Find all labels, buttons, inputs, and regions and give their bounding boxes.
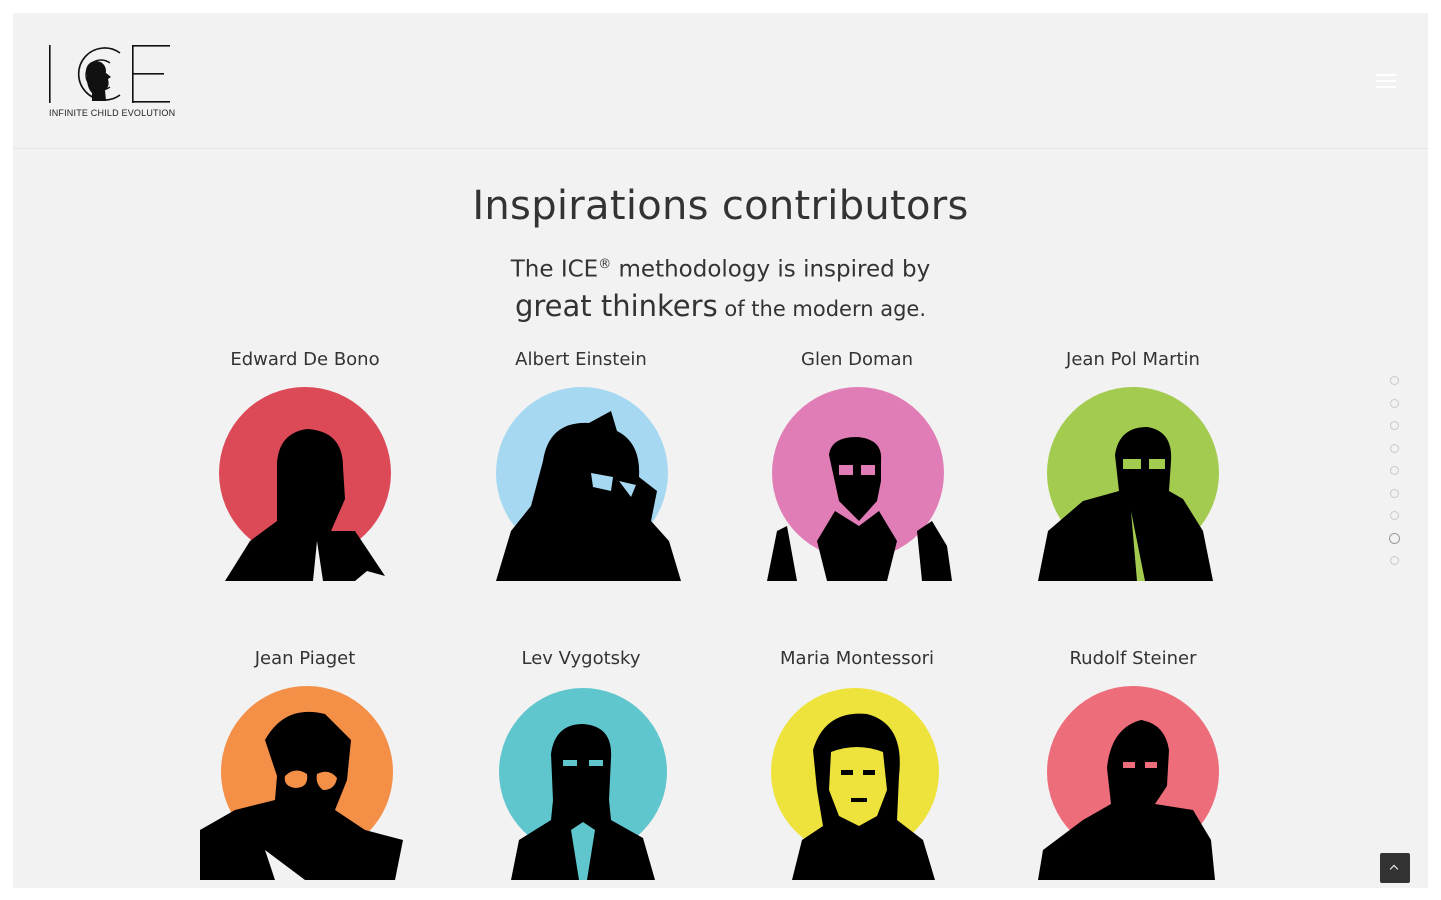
edward-de-bono-portrait xyxy=(219,387,391,581)
contributor-card-jean-pol-martin[interactable]: Jean Pol Martin xyxy=(1003,349,1263,599)
maria-montessori-portrait xyxy=(771,688,939,880)
section-title: Inspirations contributors xyxy=(472,183,969,229)
rudolf-steiner-portrait xyxy=(1038,686,1219,880)
contributor-card-jean-piaget[interactable]: Jean Piaget xyxy=(175,648,435,888)
contributor-name: Rudolf Steiner xyxy=(1069,648,1197,669)
ice-logo-mark xyxy=(49,45,170,103)
hamburger-menu-icon[interactable] xyxy=(1374,71,1398,91)
section-dot[interactable] xyxy=(1390,466,1399,475)
intro-text-3: of the modern age. xyxy=(717,296,927,321)
intro-emphasis: great thinkers xyxy=(514,288,718,323)
section-dot[interactable] xyxy=(1390,376,1399,385)
contributor-card-edward-de-bono[interactable]: Edward De Bono xyxy=(175,349,435,599)
glen-doman-portrait xyxy=(767,387,952,581)
registered-mark: ® xyxy=(598,257,612,272)
contributor-card-maria-montessori[interactable]: Maria Montessori xyxy=(727,648,987,888)
site-header: INFINITE CHILD EVOLUTION xyxy=(13,13,1428,149)
contributor-card-rudolf-steiner[interactable]: Rudolf Steiner xyxy=(1003,648,1263,888)
section-dot-active[interactable] xyxy=(1389,533,1400,544)
contributor-name: Jean Pol Martin xyxy=(1066,349,1200,370)
contributor-name: Glen Doman xyxy=(801,349,913,370)
contributor-name: Edward De Bono xyxy=(230,349,380,370)
section-dot[interactable] xyxy=(1390,489,1399,498)
contributor-name: Lev Vygotsky xyxy=(521,648,641,669)
section-dot[interactable] xyxy=(1390,556,1399,565)
contributor-card-albert-einstein[interactable]: Albert Einstein xyxy=(451,349,711,599)
section-dot[interactable] xyxy=(1390,421,1399,430)
back-to-top-button[interactable] xyxy=(1380,853,1410,883)
chevron-up-icon xyxy=(1389,864,1399,874)
section-intro: The ICE® methodology is inspired by grea… xyxy=(13,248,1428,328)
lev-vygotsky-portrait xyxy=(499,688,667,880)
ice-logo[interactable]: INFINITE CHILD EVOLUTION xyxy=(48,43,176,123)
contributor-card-lev-vygotsky[interactable]: Lev Vygotsky xyxy=(451,648,711,888)
albert-einstein-portrait xyxy=(496,387,681,581)
contributor-name: Jean Piaget xyxy=(254,648,356,669)
intro-text-1: The ICE xyxy=(510,256,599,283)
section-dot[interactable] xyxy=(1390,399,1399,408)
contributor-name: Maria Montessori xyxy=(780,648,934,669)
contributor-card-glen-doman[interactable]: Glen Doman xyxy=(727,349,987,599)
section-dots-nav xyxy=(1389,376,1401,576)
jean-pol-martin-portrait xyxy=(1038,387,1219,581)
logo-tagline: INFINITE CHILD EVOLUTION xyxy=(49,108,176,118)
page-frame: INFINITE CHILD EVOLUTION Inspirations co… xyxy=(13,13,1428,888)
jean-piaget-portrait xyxy=(200,686,403,880)
contributor-name: Albert Einstein xyxy=(515,349,647,370)
section-dot[interactable] xyxy=(1390,444,1399,453)
intro-text-2: methodology is inspired by xyxy=(611,256,931,283)
section-dot[interactable] xyxy=(1390,511,1399,520)
